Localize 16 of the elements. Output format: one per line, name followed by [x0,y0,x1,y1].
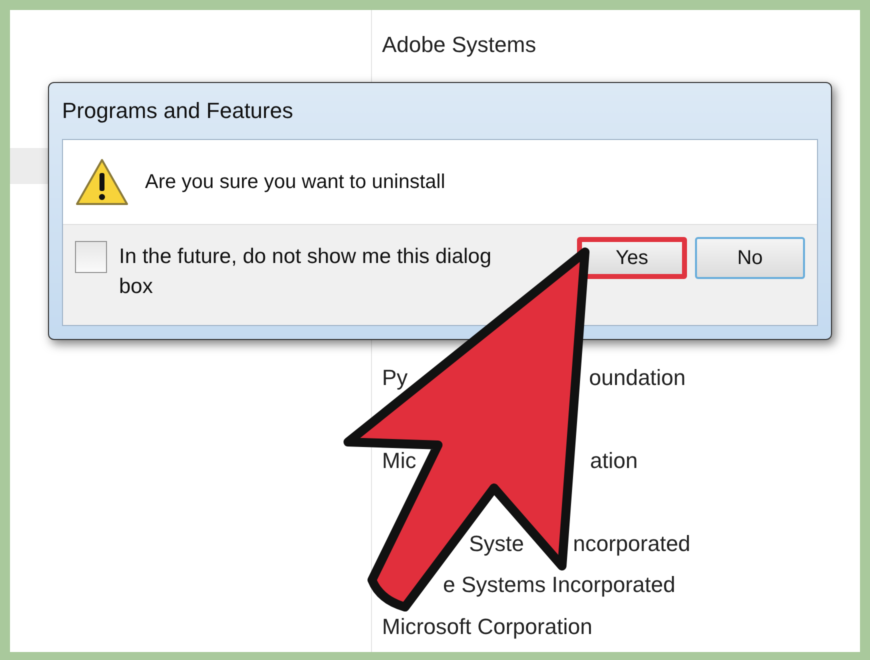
program-publisher: ation [590,446,638,475]
program-publisher: Py [382,364,408,390]
program-publisher: Mic [382,448,416,473]
dialog-button[interactable]: Yes [577,237,687,279]
program-publisher: Microsoft Corporation [382,612,592,641]
program-publisher: oundation [589,364,686,392]
program-publisher: e Systems Incorporated [443,571,676,600]
program-publisher: ncorporated [573,530,690,558]
dialog-button[interactable]: No [695,237,805,279]
checkbox-label: In the future, do not show me this dialog box [119,244,492,300]
checkbox[interactable] [75,241,107,273]
dialog-title: Programs and Features [62,97,294,125]
program-publisher: Adobe Systems [382,32,536,57]
program-publisher: Syste [469,530,524,556]
dialog-message: Are you sure you want to uninstall [145,170,446,195]
warning-icon [75,157,129,207]
